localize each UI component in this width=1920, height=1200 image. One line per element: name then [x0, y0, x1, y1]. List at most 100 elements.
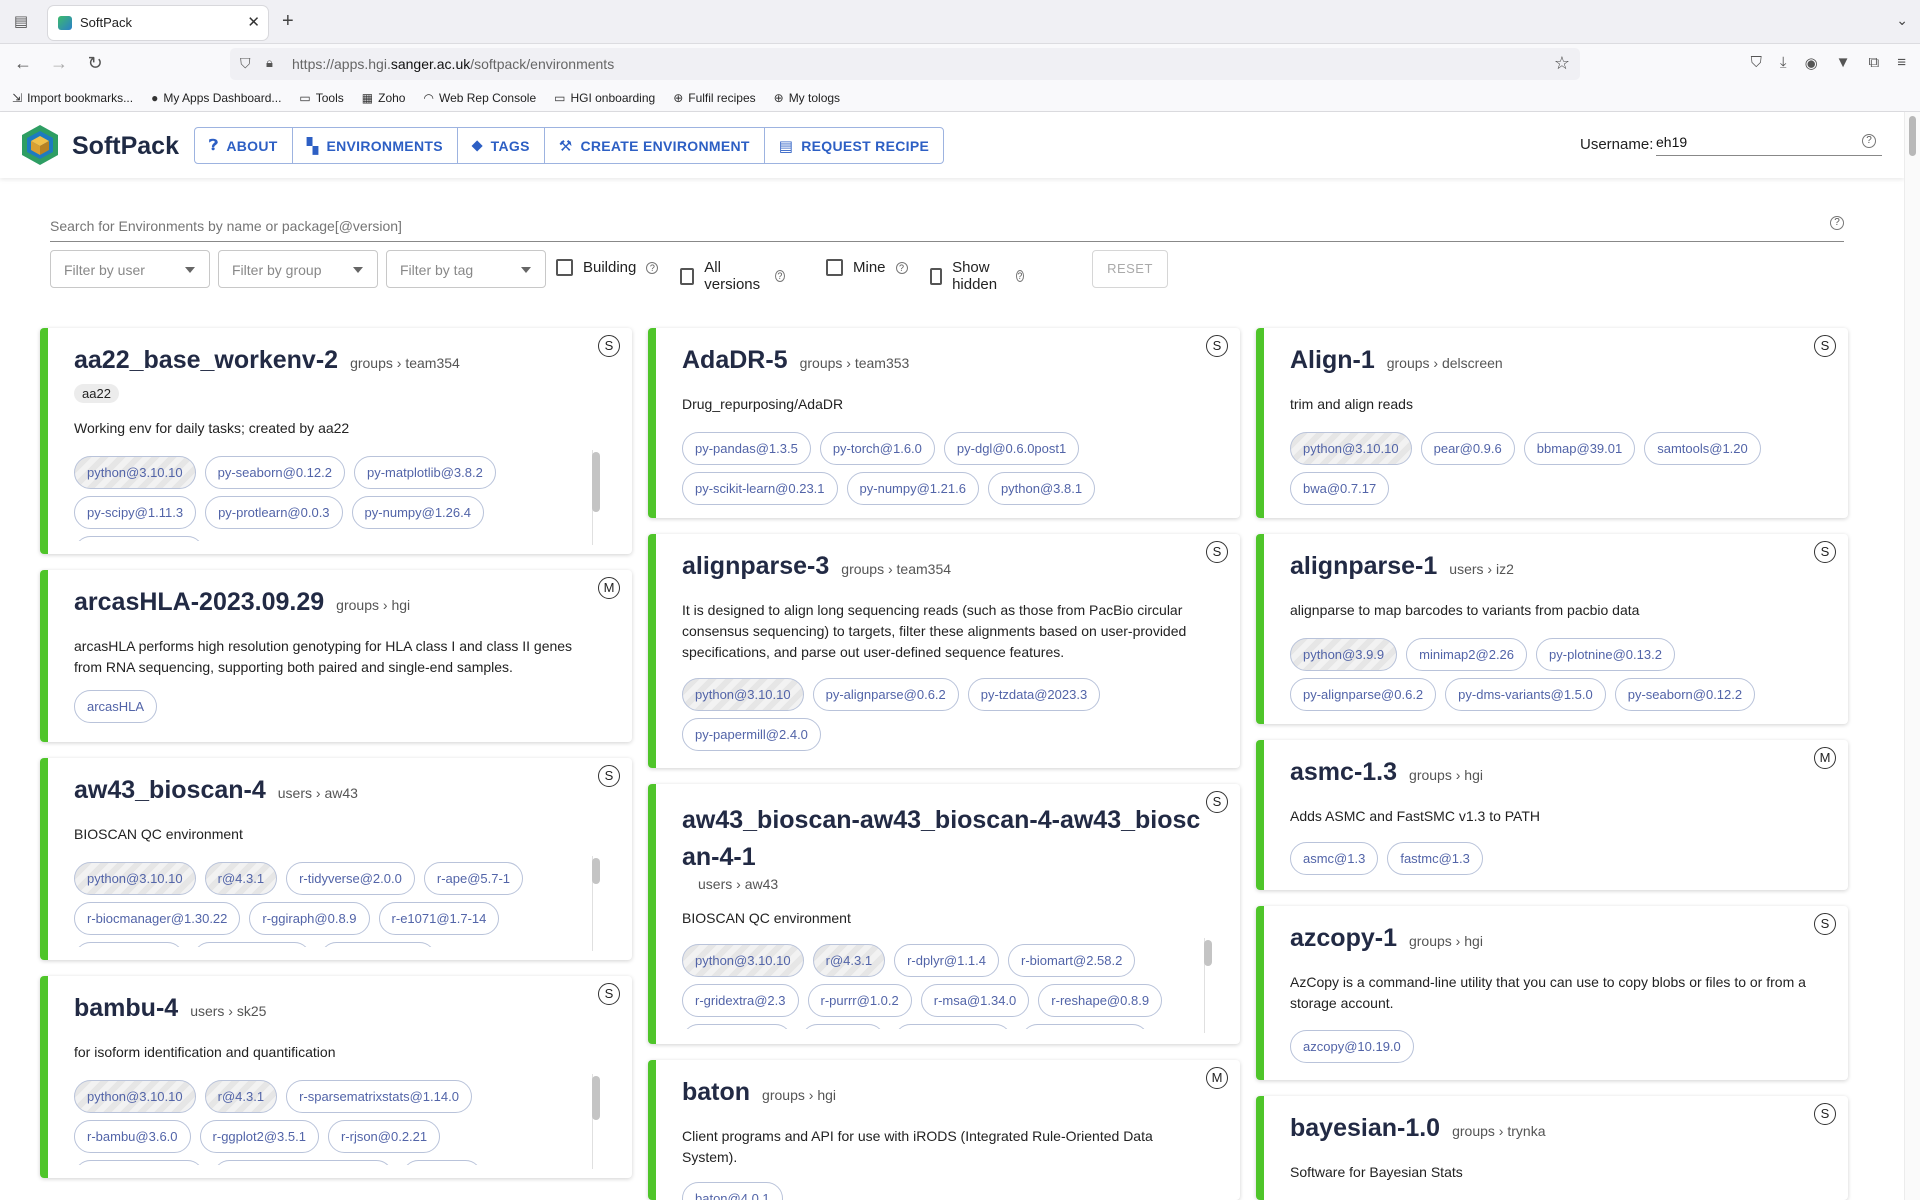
checkbox-box[interactable]	[680, 267, 695, 285]
address-bar[interactable]: ⛉ 🔒︎ https://apps.hgi.sanger.ac.uk/softp…	[230, 48, 1580, 80]
bookmark-web-rep[interactable]: ◠ Web Rep Console	[423, 91, 536, 105]
package-chip[interactable]: python@3.8.1	[987, 472, 1096, 505]
menu-request-recipe[interactable]: ▤ REQUEST RECIPE	[765, 128, 943, 163]
package-chip[interactable]: python@3.10.10	[1290, 432, 1412, 465]
package-scrollbar[interactable]	[592, 452, 600, 512]
environment-card[interactable]: S aw43_bioscan-4 users › aw43 BIOSCAN QC …	[40, 758, 632, 960]
softpack-logo-icon[interactable]	[20, 124, 60, 166]
environment-card[interactable]: S alignparse-1 users › iz2 alignparse to …	[1256, 534, 1848, 724]
package-chip[interactable]: py-matplotlib@3.8.2	[354, 456, 496, 489]
extensions-icon[interactable]: ⧉	[1869, 54, 1880, 72]
back-icon[interactable]: ←	[12, 53, 34, 74]
package-chip[interactable]: py-plotnine@0.13.2	[1536, 638, 1675, 671]
environment-card[interactable]: M baton groups › hgi Client programs and …	[648, 1060, 1240, 1200]
package-chip[interactable]: r@4.3.1	[812, 944, 886, 977]
reload-icon[interactable]: ↻	[84, 53, 106, 74]
package-chip[interactable]: r-purrr@1.0.2	[807, 984, 912, 1017]
package-chip[interactable]: r-dplyr@1.1.4	[894, 944, 1000, 977]
shield-icon[interactable]: ⛉	[240, 55, 251, 72]
environment-name[interactable]: aw43_bioscan-aw43_bioscan-4-aw43_bioscan…	[682, 802, 1212, 876]
environment-card[interactable]: S azcopy-1 groups › hgi AzCopy is a comma…	[1256, 906, 1848, 1080]
downloads-icon[interactable]: ⤓	[1780, 54, 1787, 72]
close-tab-icon[interactable]: ✕	[247, 13, 260, 31]
bookmark-tools[interactable]: ▭ Tools	[299, 91, 343, 105]
environment-name[interactable]: AdaDR-5	[682, 346, 788, 375]
package-chip[interactable]: py-tzdata@2023.3	[967, 678, 1101, 711]
package-chip[interactable]: py-torch@1.6.0	[819, 432, 935, 465]
checkbox-box[interactable]	[556, 259, 573, 276]
package-chip[interactable]: py-scipy@1.11.3	[74, 496, 197, 529]
environment-name[interactable]: asmc-1.3	[1290, 758, 1397, 787]
package-chip[interactable]	[1021, 1024, 1149, 1029]
package-chip[interactable]: r-gridextra@2.3	[682, 984, 799, 1017]
package-chip[interactable]: python@3.10.10	[682, 944, 804, 977]
package-chip[interactable]: r-msa@1.34.0	[920, 984, 1030, 1017]
package-chip[interactable]: r-ape@5.7-1	[423, 862, 524, 895]
package-chip[interactable]	[894, 1024, 1012, 1029]
package-chip[interactable]: r@4.3.1	[204, 1080, 278, 1113]
package-chip[interactable]	[74, 1160, 204, 1165]
package-chip[interactable]: r-biomart@2.58.2	[1008, 944, 1136, 977]
package-chip[interactable]: python@3.10.10	[682, 678, 804, 711]
package-chip[interactable]	[74, 536, 204, 541]
brand-name[interactable]: SoftPack	[72, 132, 179, 161]
help-icon[interactable]: ?	[895, 261, 908, 274]
package-chip[interactable]: py-scikit-learn@0.23.1	[682, 472, 838, 505]
bookmark-zoho[interactable]: ▦ Zoho	[362, 91, 406, 105]
package-chip[interactable]: r-sparsematrixstats@1.14.0	[286, 1080, 472, 1113]
list-all-tabs-icon[interactable]: ▤	[10, 12, 32, 32]
checkbox-box[interactable]	[930, 267, 943, 285]
package-chip[interactable]: python@3.9.9	[1290, 638, 1398, 671]
package-chip[interactable]: r-ggiraph@0.8.9	[249, 902, 370, 935]
package-chip[interactable]	[193, 942, 311, 947]
environment-name[interactable]: aa22_base_workenv-2	[74, 346, 338, 375]
username-input[interactable]: eh19	[1656, 128, 1882, 156]
environment-card[interactable]: S Align-1 groups › delscreen trim and ali…	[1256, 328, 1848, 518]
package-chip[interactable]: r-rjson@0.2.21	[327, 1120, 441, 1153]
package-chip[interactable]	[402, 1160, 482, 1165]
environment-name[interactable]: azcopy-1	[1290, 924, 1397, 953]
package-chip[interactable]	[74, 942, 184, 947]
search-input[interactable]	[50, 212, 1750, 234]
menu-environments[interactable]: ▚ ENVIRONMENTS	[293, 128, 458, 163]
new-tab-icon[interactable]: +	[282, 10, 294, 33]
environment-name[interactable]: aw43_bioscan-4	[74, 776, 266, 805]
environment-card[interactable]: M arcasHLA-2023.09.29 groups › hgi arcasH…	[40, 570, 632, 742]
help-icon[interactable]: ?	[774, 270, 785, 282]
environment-name[interactable]: bambu-4	[74, 994, 178, 1023]
building-checkbox[interactable]: Building?	[556, 259, 659, 276]
help-icon[interactable]: ?	[1015, 270, 1025, 282]
filter-by-user-select[interactable]: Filter by user	[50, 250, 210, 288]
environment-name[interactable]: alignparse-1	[1290, 552, 1437, 581]
browser-tab[interactable]: SoftPack ✕	[48, 6, 268, 40]
checkbox-box[interactable]	[826, 259, 843, 276]
filter-by-tag-select[interactable]: Filter by tag	[386, 250, 546, 288]
package-chip[interactable]: r-reshape@0.8.9	[1038, 984, 1163, 1017]
package-chip[interactable]: r@4.3.1	[204, 862, 278, 895]
bookmark-fulfil-recipes[interactable]: ⊕ Fulfil recipes	[673, 91, 755, 105]
bookmark-my-apps[interactable]: ● My Apps Dashboard...	[151, 91, 281, 105]
bookmark-star-icon[interactable]: ☆	[1554, 53, 1570, 74]
package-chip[interactable]: py-dgl@0.6.0post1	[943, 432, 1080, 465]
menu-create-environment[interactable]: ⚒ CREATE ENVIRONMENT	[545, 128, 765, 163]
package-chip[interactable]	[213, 1160, 393, 1165]
environment-name[interactable]: baton	[682, 1078, 750, 1107]
package-chip[interactable]: py-seaborn@0.12.2	[204, 456, 345, 489]
all-versions-checkbox[interactable]: All versions?	[680, 259, 785, 293]
package-chip[interactable]: py-alignparse@0.6.2	[1290, 678, 1437, 711]
chevron-down-icon[interactable]: ⌄	[1896, 12, 1908, 29]
environment-card[interactable]: M asmc-1.3 groups › hgi Adds ASMC and Fas…	[1256, 740, 1848, 890]
package-chip[interactable]: azcopy@10.19.0	[1290, 1030, 1414, 1063]
package-chip[interactable]: r-tidyverse@2.0.0	[286, 862, 415, 895]
environment-name[interactable]: bayesian-1.0	[1290, 1114, 1440, 1143]
package-chip[interactable]	[320, 942, 436, 947]
environment-name[interactable]: Align-1	[1290, 346, 1375, 375]
bookmark-hgi-onboarding[interactable]: ▭ HGI onboarding	[554, 91, 655, 105]
package-chip[interactable]: samtools@1.20	[1644, 432, 1761, 465]
package-chip[interactable]: asmc@1.3	[1290, 842, 1379, 875]
package-chip[interactable]: py-seaborn@0.12.2	[1614, 678, 1756, 711]
package-chip[interactable]: r-biocmanager@1.30.22	[74, 902, 241, 935]
menu-about[interactable]: ❓︎ ABOUT	[195, 128, 293, 163]
package-chip[interactable]: fastmc@1.3	[1387, 842, 1483, 875]
show-hidden-checkbox[interactable]: Show hidden?	[930, 259, 1025, 293]
